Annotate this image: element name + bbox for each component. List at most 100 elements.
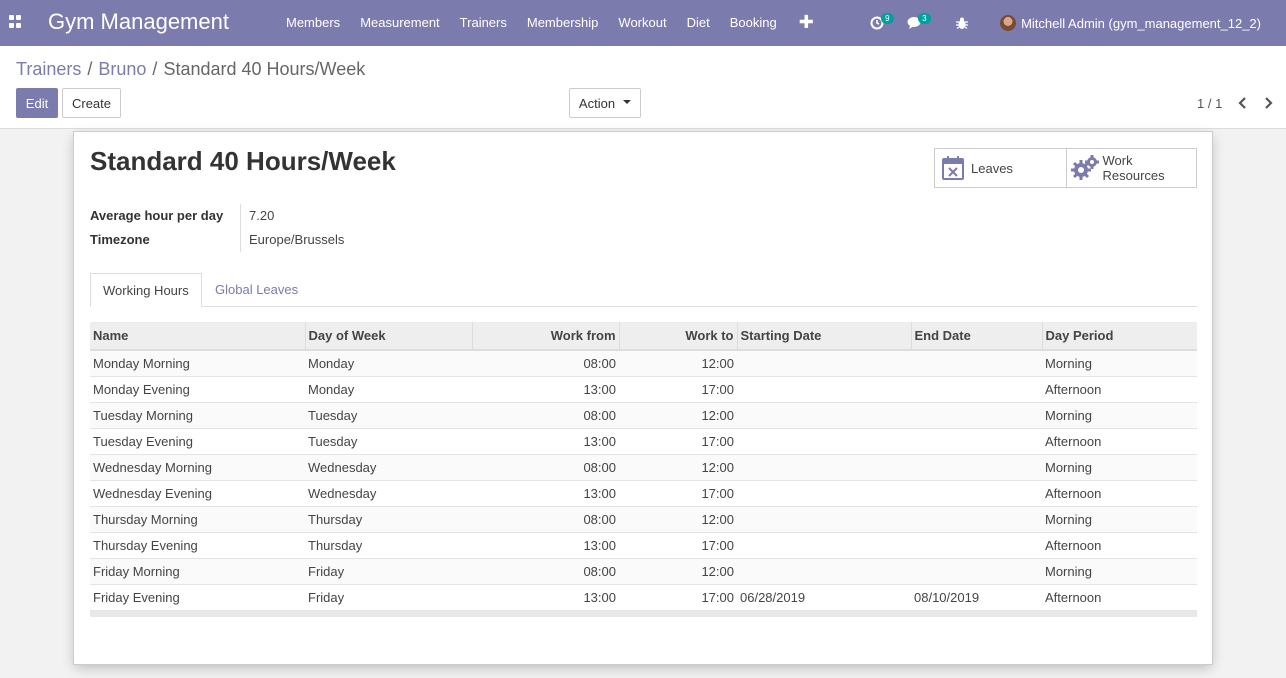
menu-item-trainers[interactable]: Trainers: [450, 0, 517, 46]
app-brand[interactable]: Gym Management: [48, 9, 229, 35]
leaves-button[interactable]: Leaves: [935, 149, 1066, 187]
average-hour-value: 7.20: [249, 208, 275, 223]
table-cell: Friday Evening: [90, 584, 305, 611]
menu-item-membership[interactable]: Membership: [517, 0, 609, 46]
column-header-end-date[interactable]: End Date: [910, 322, 1042, 351]
table-cell: 08:00: [472, 402, 619, 429]
messages-button[interactable]: 3: [893, 0, 932, 46]
tab-global-leaves[interactable]: Global Leaves: [203, 273, 310, 307]
menu-item-members[interactable]: Members: [276, 0, 350, 46]
pager-previous-icon[interactable]: [1236, 94, 1252, 112]
breadcrumb-current: Standard 40 Hours/Week: [163, 59, 366, 79]
table-cell: [737, 402, 911, 429]
table-row[interactable]: Monday Morning Monday 08:00 12:00 Morning: [90, 350, 1197, 377]
table-row[interactable]: Thursday Evening Thursday 13:00 17:00 Aftern…: [90, 532, 1197, 559]
table-row[interactable]: Friday Evening Friday 13:00 17:00 06/28/2019…: [90, 584, 1197, 611]
table-cell: Morning: [1042, 506, 1197, 533]
user-menu[interactable]: Mitchell Admin (gym_management_12_2): [986, 0, 1286, 46]
table-cell: [911, 532, 1042, 559]
table-cell: Thursday Morning: [90, 506, 305, 533]
table-cell: Friday: [305, 584, 472, 611]
table-cell: [911, 376, 1042, 403]
table-cell: [911, 454, 1042, 481]
table-cell: Afternoon: [1042, 480, 1197, 507]
add-menu-icon[interactable]: ✚: [787, 0, 826, 46]
table-cell: 12:00: [619, 402, 737, 429]
table-cell: Afternoon: [1042, 584, 1197, 611]
table-cell: 17:00: [619, 428, 737, 455]
table-cell: Tuesday Evening: [90, 428, 305, 455]
table-cell: Wednesday: [305, 454, 472, 481]
apps-menu-icon[interactable]: [9, 15, 23, 29]
table-cell: Morning: [1042, 402, 1197, 429]
column-header-work-to[interactable]: Work to: [618, 322, 737, 351]
table-cell: [911, 480, 1042, 507]
table-cell: Morning: [1042, 454, 1197, 481]
table-cell: 12:00: [619, 454, 737, 481]
table-cell: Wednesday Morning: [90, 454, 305, 481]
table-row[interactable]: Thursday Morning Thursday 08:00 12:00 Mornin…: [90, 506, 1197, 533]
table-cell: 17:00: [619, 584, 737, 611]
column-header-day-period[interactable]: Day Period: [1041, 322, 1197, 351]
table-cell: 13:00: [472, 376, 619, 403]
table-cell: [737, 428, 911, 455]
table-row[interactable]: Friday Morning Friday 08:00 12:00 Morning: [90, 558, 1197, 585]
table-cell: 17:00: [619, 376, 737, 403]
work-resources-button[interactable]: Work Resources: [1065, 149, 1197, 187]
menu-item-workout[interactable]: Workout: [608, 0, 676, 46]
breadcrumb-bruno[interactable]: Bruno: [98, 59, 146, 79]
action-dropdown[interactable]: Action: [569, 88, 641, 118]
table-cell: 12:00: [619, 350, 737, 377]
column-header-name[interactable]: Name: [90, 322, 305, 351]
activity-button[interactable]: 9: [861, 0, 894, 46]
table-cell: Afternoon: [1042, 376, 1197, 403]
table-cell: 13:00: [472, 428, 619, 455]
breadcrumb: Trainers / Bruno / Standard 40 Hours/Week: [16, 59, 366, 79]
table-row[interactable]: Wednesday Evening Wednesday 13:00 17:00 Afte…: [90, 480, 1197, 507]
menu-item-measurement[interactable]: Measurement: [350, 0, 449, 46]
pager-value[interactable]: 1 / 1: [1197, 96, 1222, 111]
avatar: [1000, 15, 1017, 31]
table-cell: 17:00: [619, 532, 737, 559]
column-header-day-of-week[interactable]: Day of Week: [304, 322, 472, 351]
menu-item-booking[interactable]: Booking: [720, 0, 787, 46]
field-divider: [240, 204, 241, 252]
menu-item-diet[interactable]: Diet: [677, 0, 720, 46]
table-cell: [911, 428, 1042, 455]
column-header-work-from[interactable]: Work from: [471, 322, 619, 351]
table-row[interactable]: Monday Evening Monday 13:00 17:00 Afternoon: [90, 376, 1197, 403]
caret-down-icon: [623, 100, 632, 104]
main-menu: Members Measurement Trainers Membership …: [276, 0, 826, 46]
table-cell: Thursday Evening: [90, 532, 305, 559]
table-cell: Monday Morning: [90, 350, 305, 377]
table-cell: [737, 350, 911, 377]
table-row[interactable]: Tuesday Evening Tuesday 13:00 17:00 Afternoo…: [90, 428, 1197, 455]
table-cell: Friday: [305, 558, 472, 585]
table-cell: 17:00: [619, 480, 737, 507]
column-header-starting-date[interactable]: Starting Date: [736, 322, 911, 351]
edit-button[interactable]: Edit: [16, 88, 58, 118]
tab-working-hours[interactable]: Working Hours: [90, 273, 202, 307]
table-row[interactable]: Wednesday Morning Wednesday 08:00 12:00 Morn…: [90, 454, 1197, 481]
systray: 9 3 Mitchell Admin (gym_management_12_2): [861, 0, 1286, 46]
message-count-badge: 3: [918, 13, 931, 24]
debug-button[interactable]: [932, 0, 986, 46]
pager-next-icon[interactable]: [1263, 94, 1279, 112]
form-sheet: Standard 40 Hours/Week Leaves Work Resour…: [73, 131, 1213, 665]
table-cell: [737, 558, 911, 585]
activity-count-badge: 9: [881, 13, 894, 24]
top-navbar: Gym Management Members Measurement Train…: [0, 0, 1286, 46]
table-cell: 08:00: [472, 506, 619, 533]
table-cell: Afternoon: [1042, 532, 1197, 559]
table-row[interactable]: Tuesday Morning Tuesday 08:00 12:00 Morning: [90, 402, 1197, 429]
table-cell: Monday: [305, 350, 472, 377]
leaves-label: Leaves: [971, 160, 1013, 176]
table-cell: [737, 480, 911, 507]
table-cell: [911, 506, 1042, 533]
table-footer: [90, 611, 1197, 617]
create-button[interactable]: Create: [62, 88, 121, 118]
table-cell: Tuesday Morning: [90, 402, 305, 429]
table-cell: Morning: [1042, 350, 1197, 377]
breadcrumb-trainers[interactable]: Trainers: [16, 59, 81, 79]
table-cell: [911, 350, 1042, 377]
